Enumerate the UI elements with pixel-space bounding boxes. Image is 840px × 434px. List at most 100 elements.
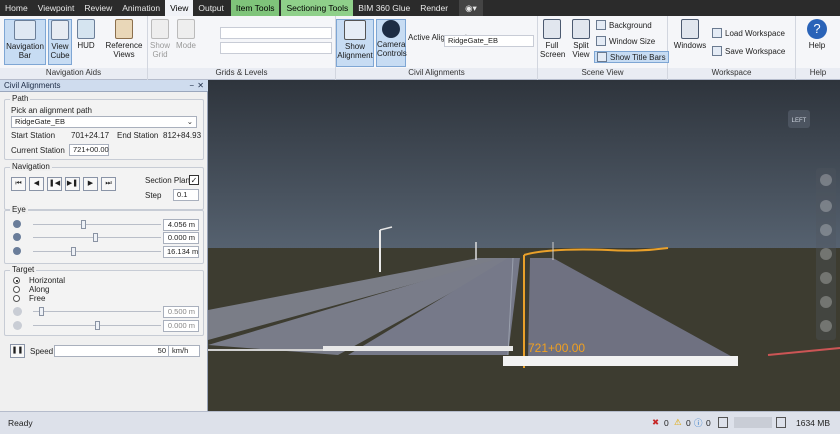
load-workspace-button[interactable]: Load Workspace	[712, 28, 785, 38]
section-plane-checkbox[interactable]: ✓	[189, 175, 199, 185]
view-cube-icon	[51, 20, 69, 40]
background-button[interactable]: Background	[596, 20, 652, 30]
step-back-icon[interactable]: ◀	[29, 177, 44, 191]
ribbon: Navigation Bar View Cube HUD Reference V…	[0, 16, 840, 80]
status-bar: Ready ✖ 0 ⚠ 0 ⓘ 0 1634 MB	[0, 411, 840, 434]
target-offset-input[interactable]: 0.000 m	[163, 320, 199, 332]
target-along-radio[interactable]	[13, 286, 20, 293]
next-frame-icon[interactable]: ▶❚	[65, 177, 80, 191]
target-horizontal-radio[interactable]	[13, 277, 20, 284]
save-workspace-button[interactable]: Save Workspace	[712, 46, 785, 56]
look-icon[interactable]	[820, 272, 832, 284]
split-view-button[interactable]: Split View	[568, 19, 594, 59]
group-label: Scene View	[538, 68, 667, 79]
zoom-icon[interactable]	[820, 224, 832, 236]
grid-level-dropdown[interactable]	[220, 42, 332, 54]
camera-controls-button[interactable]: Camera Controls	[376, 19, 407, 67]
reference-views-button[interactable]: Reference Views	[102, 19, 146, 59]
tab-sectioning-tools[interactable]: Sectioning Tools	[281, 0, 354, 16]
speed-input[interactable]: 50	[54, 345, 170, 357]
end-station-value: 812+84.93	[163, 131, 202, 140]
slider-thumb[interactable]	[93, 233, 98, 242]
error-count: 0	[664, 418, 669, 428]
camera-icon[interactable]: ◉▾	[459, 0, 483, 16]
start-station-value: 701+24.17	[71, 131, 110, 140]
tab-animation[interactable]: Animation	[117, 0, 165, 16]
current-station-label: Current Station	[11, 146, 65, 155]
help-button[interactable]: ? Help	[802, 19, 832, 50]
eye-distance-input[interactable]: 16.134 m	[163, 246, 199, 258]
chevron-down-icon: ⌄	[186, 117, 193, 126]
group-label: Help	[796, 68, 840, 79]
eye-offset-slider[interactable]	[33, 233, 161, 242]
tab-review[interactable]: Review	[79, 0, 117, 16]
target-offset-slider[interactable]	[33, 321, 161, 330]
eye-offset-input[interactable]: 0.000 m	[163, 232, 199, 244]
tab-bim360-glue[interactable]: BIM 360 Glue	[353, 0, 415, 16]
sheet-icon[interactable]	[718, 417, 728, 428]
info-count: 0	[706, 418, 711, 428]
tab-item-tools[interactable]: Item Tools	[230, 0, 280, 16]
active-alignment-dropdown[interactable]: RidgeGate_EB	[444, 35, 534, 47]
sky	[208, 80, 840, 250]
slider-thumb[interactable]	[95, 321, 100, 330]
end-station-label: End Station	[117, 131, 159, 140]
hud-button[interactable]: HUD	[74, 19, 98, 50]
prev-frame-icon[interactable]: ❚◀	[47, 177, 62, 191]
eye-distance-slider[interactable]	[33, 247, 161, 256]
slider-thumb[interactable]	[81, 220, 86, 229]
window-size-button[interactable]: Window Size	[596, 36, 655, 46]
pin-icon[interactable]: −	[189, 80, 194, 92]
warning-icon[interactable]: ⚠	[674, 417, 682, 428]
tab-render[interactable]: Render	[415, 0, 453, 16]
tab-view[interactable]: View	[165, 0, 194, 16]
target-height-slider[interactable]	[33, 307, 161, 316]
speed-label: Speed	[30, 347, 54, 356]
progress-icon	[734, 417, 772, 428]
grid-system-dropdown[interactable]	[220, 27, 332, 39]
steering-wheel-icon[interactable]	[820, 174, 832, 186]
target-free-label: Free	[29, 294, 46, 303]
alignment-path-select[interactable]: RidgeGate_EB ⌄	[11, 116, 197, 128]
walk-icon[interactable]	[820, 296, 832, 308]
slider-thumb[interactable]	[71, 247, 76, 256]
eye-height-icon	[13, 220, 21, 228]
orbit-icon[interactable]	[820, 248, 832, 260]
windows-button[interactable]: Windows	[672, 19, 708, 50]
background-icon	[596, 20, 606, 30]
view-cube-button[interactable]: View Cube	[48, 19, 72, 65]
target-free-radio[interactable]	[13, 295, 20, 302]
navigation-bar-button[interactable]: Navigation Bar	[4, 19, 46, 65]
eye-height-slider[interactable]	[33, 220, 161, 229]
alignment-icon	[344, 20, 366, 40]
step-select[interactable]: 0.1	[173, 189, 199, 201]
mode-icon	[177, 19, 195, 39]
error-icon[interactable]: ✖	[652, 417, 659, 428]
first-icon[interactable]: ⏮	[11, 177, 26, 191]
3d-viewport[interactable]: LEFT 721+00.00	[208, 80, 840, 411]
tab-output[interactable]: Output	[193, 0, 229, 16]
mode-button[interactable]: Mode	[174, 19, 198, 50]
current-station-input[interactable]: 721+00.00	[69, 144, 109, 156]
show-grid-button[interactable]: Show Grid	[148, 19, 172, 59]
slider-thumb[interactable]	[39, 307, 44, 316]
play-icon[interactable]: ▶	[83, 177, 98, 191]
pan-icon[interactable]	[820, 200, 832, 212]
close-icon[interactable]: ✕	[197, 80, 204, 92]
tab-viewpoint[interactable]: Viewpoint	[33, 0, 80, 16]
show-title-bars-button[interactable]: Show Title Bars	[594, 51, 669, 63]
full-screen-button[interactable]: Full Screen	[540, 19, 565, 59]
memory-icon	[776, 417, 786, 428]
eye-height-input[interactable]: 4.056 m	[163, 219, 199, 231]
pause-icon[interactable]: ❚❚	[10, 344, 25, 358]
select-icon[interactable]	[820, 320, 832, 332]
navigation-bar-icon	[14, 20, 36, 40]
tab-home[interactable]: Home	[0, 0, 33, 16]
target-height-input[interactable]: 0.500 m	[163, 306, 199, 318]
info-icon[interactable]: ⓘ	[694, 417, 703, 429]
speed-unit-select[interactable]: km/h	[168, 345, 200, 357]
group-label: Navigation Aids	[0, 68, 147, 79]
show-alignment-button[interactable]: Show Alignment	[336, 19, 374, 67]
last-icon[interactable]: ⏭	[101, 177, 116, 191]
group-navigation-aids: Navigation Bar View Cube HUD Reference V…	[0, 16, 148, 80]
